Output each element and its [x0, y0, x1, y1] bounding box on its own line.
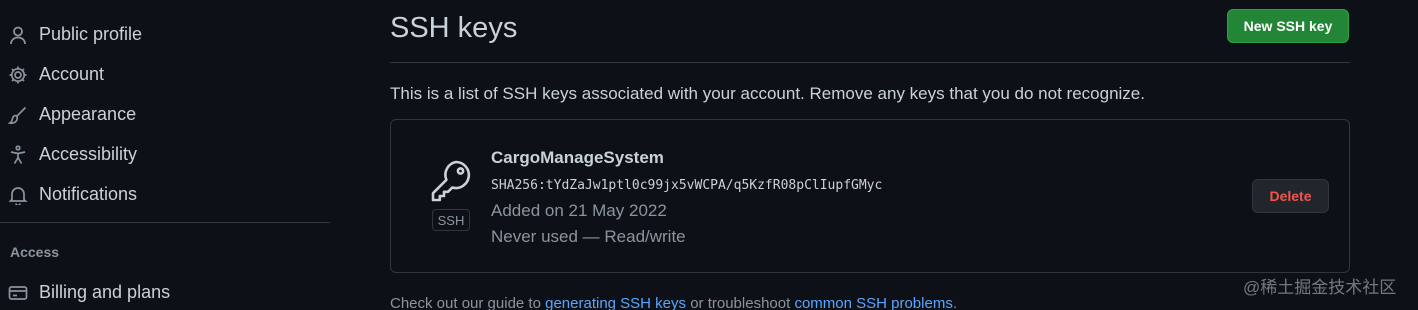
sidebar-item-label: Billing and plans — [39, 282, 171, 302]
ssh-key-fingerprint: SHA256:tYdZaJw1ptl0c99jx5vWCPA/q5KzfR08p… — [491, 178, 883, 193]
gear-icon — [8, 65, 28, 85]
person-icon — [8, 25, 28, 45]
help-note-middle: or troubleshoot — [686, 295, 795, 310]
sidebar-divider — [0, 222, 330, 223]
sidebar-item-billing[interactable]: Billing and plans — [0, 274, 330, 310]
generating-ssh-keys-link[interactable]: generating SSH keys — [545, 295, 686, 310]
watermark: @稀土掘金技术社区 — [1243, 278, 1397, 297]
ssh-key-title: CargoManageSystem — [491, 148, 664, 167]
common-ssh-problems-link[interactable]: common SSH problems — [794, 295, 952, 310]
ssh-key-usage: Never used — Read/write — [491, 227, 686, 246]
sidebar-item-label: Public profile — [39, 24, 143, 44]
sidebar-item-label: Notifications — [39, 184, 138, 204]
help-note-suffix: . — [952, 295, 957, 310]
ssh-key-added-date: Added on 21 May 2022 — [491, 201, 667, 220]
ssh-help-note: Check out our guide to generating SSH ke… — [390, 295, 957, 310]
page-title: SSH keys — [390, 12, 518, 44]
title-divider — [390, 62, 1350, 63]
sidebar-item-label: Appearance — [39, 104, 137, 124]
bell-icon — [8, 185, 28, 205]
credit-card-icon — [8, 283, 28, 303]
settings-sidebar: Public profile Account Appearance Access… — [0, 0, 330, 310]
sidebar-item-label: Accessibility — [39, 144, 138, 164]
accessibility-icon — [8, 145, 28, 165]
sidebar-item-account[interactable]: Account — [0, 56, 330, 92]
help-note-prefix: Check out our guide to — [390, 295, 546, 310]
sidebar-item-public-profile[interactable]: Public profile — [0, 16, 330, 52]
sidebar-section-heading-access: Access — [10, 244, 60, 260]
delete-ssh-key-button[interactable]: Delete — [1252, 179, 1329, 213]
key-icon — [429, 158, 473, 202]
sidebar-item-label: Account — [39, 64, 105, 84]
ssh-badge: SSH — [432, 209, 470, 231]
new-ssh-key-button[interactable]: New SSH key — [1227, 9, 1349, 43]
sidebar-item-accessibility[interactable]: Accessibility — [0, 136, 330, 172]
main-content: SSH keys New SSH key This is a list of S… — [390, 0, 1350, 310]
sidebar-item-notifications[interactable]: Notifications — [0, 176, 330, 212]
ssh-keys-settings-page: Public profile Account Appearance Access… — [0, 0, 1418, 310]
paintbrush-icon — [8, 105, 28, 125]
sidebar-item-appearance[interactable]: Appearance — [0, 96, 330, 132]
ssh-key-card: SSH CargoManageSystem SHA256:tYdZaJw1ptl… — [390, 119, 1350, 273]
ssh-keys-description: This is a list of SSH keys associated wi… — [390, 84, 1145, 103]
